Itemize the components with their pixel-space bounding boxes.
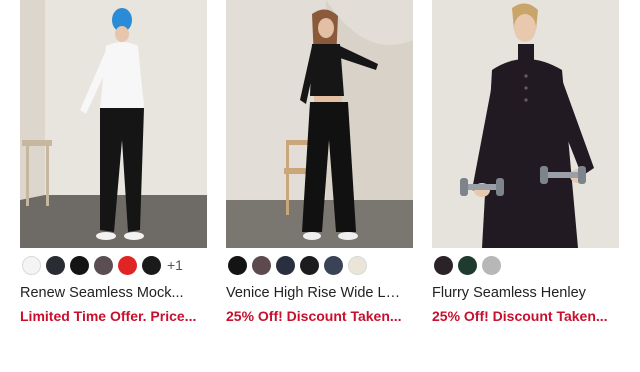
- color-swatch[interactable]: [118, 255, 137, 275]
- color-swatch[interactable]: [482, 255, 501, 275]
- color-swatch[interactable]: [94, 255, 113, 275]
- promo-text: 25% Off! Discount Taken...: [432, 308, 608, 324]
- product-card[interactable]: +1 Renew Seamless Mock... Limited Time O…: [20, 0, 208, 325]
- product-image[interactable]: [20, 0, 207, 248]
- color-swatches: +1: [20, 255, 208, 275]
- product-name[interactable]: Venice High Rise Wide Leg: [226, 284, 401, 302]
- product-image[interactable]: [226, 0, 413, 248]
- color-swatches: [226, 255, 414, 275]
- product-card[interactable]: Flurry Seamless Henley 25% Off! Discount…: [432, 0, 620, 325]
- product-name[interactable]: Flurry Seamless Henley: [432, 284, 607, 302]
- color-swatch[interactable]: [458, 255, 477, 275]
- color-swatch[interactable]: [22, 255, 41, 275]
- product-grid: +1 Renew Seamless Mock... Limited Time O…: [0, 0, 640, 372]
- color-swatch[interactable]: [434, 255, 453, 275]
- promo-text: Limited Time Offer. Price...: [20, 308, 197, 324]
- product-name[interactable]: Renew Seamless Mock...: [20, 284, 195, 302]
- color-swatch[interactable]: [46, 255, 65, 275]
- product-card[interactable]: Venice High Rise Wide Leg 25% Off! Disco…: [226, 0, 414, 325]
- color-swatch[interactable]: [252, 255, 271, 275]
- color-swatch[interactable]: [228, 255, 247, 275]
- color-swatch[interactable]: [276, 255, 295, 275]
- color-swatches: [432, 255, 620, 275]
- color-swatch[interactable]: [142, 255, 161, 275]
- color-swatch[interactable]: [70, 255, 89, 275]
- color-swatch[interactable]: [324, 255, 343, 275]
- more-colors-count[interactable]: +1: [167, 257, 183, 273]
- color-swatch[interactable]: [348, 255, 367, 275]
- color-swatch[interactable]: [300, 255, 319, 275]
- promo-text: 25% Off! Discount Taken...: [226, 308, 402, 324]
- product-image[interactable]: [432, 0, 619, 248]
